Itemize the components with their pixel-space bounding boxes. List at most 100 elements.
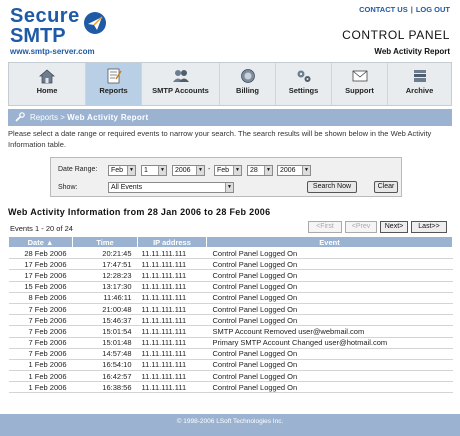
home-icon: [39, 69, 55, 84]
show-label: Show:: [58, 184, 78, 191]
from-month-value: Feb: [111, 167, 124, 174]
chevron-down-icon: ▼: [196, 166, 204, 175]
events-table: Date ▲ Time IP address Event 28 Feb 2006…: [8, 236, 453, 394]
cell-event: Control Panel Logged On: [206, 292, 453, 304]
cell-ip: 11.11.111.111: [137, 247, 207, 260]
cell-event: Control Panel Logged On: [206, 348, 453, 360]
cell-ip: 11.11.111.111: [137, 337, 207, 349]
top-links: CONTACT US | LOG OUT: [359, 5, 450, 14]
logo-line1: Secure: [10, 5, 80, 27]
to-year-select[interactable]: 2006 ▼: [277, 165, 311, 176]
nav-item-billing[interactable]: Billing: [220, 63, 276, 105]
cell-event: Control Panel Logged On: [206, 381, 453, 394]
cell-ip: 11.11.111.111: [137, 381, 207, 394]
col-header-date[interactable]: Date ▲: [8, 236, 73, 248]
chevron-down-icon: ▼: [302, 166, 310, 175]
cell-date: 17 Feb 2006: [8, 258, 73, 271]
nav-label-smtp-accounts: SMTP Accounts: [152, 86, 209, 95]
cell-time: 11:46:11: [72, 292, 138, 304]
chevron-down-icon: ▼: [127, 166, 135, 175]
cell-ip: 11.11.111.111: [137, 325, 207, 338]
to-day-value: 28: [250, 167, 258, 174]
cell-event: Control Panel Logged On: [206, 281, 453, 293]
cell-date: 7 Feb 2006: [8, 348, 73, 360]
to-month-select[interactable]: Feb ▼: [214, 165, 242, 176]
nav-label-reports: Reports: [99, 86, 128, 95]
col-header-event[interactable]: Event: [206, 236, 453, 248]
nav-item-reports[interactable]: Reports: [86, 63, 142, 105]
to-year-value: 2006: [280, 167, 296, 174]
nav-item-settings[interactable]: Settings: [276, 63, 332, 105]
cell-time: 14:57:48: [72, 348, 138, 360]
cell-event: Control Panel Logged On: [206, 269, 453, 282]
from-year-select[interactable]: 2006 ▼: [172, 165, 205, 176]
cell-time: 12:28:23: [72, 269, 138, 282]
cell-time: 16:38:56: [72, 381, 138, 394]
header: Secure SMTP www.smtp-server.com CONTACT …: [0, 0, 460, 62]
date-range-label: Date Range:: [58, 166, 98, 173]
table-row: 15 Feb 2006 13:17:30 11.11.111.111 Control …: [8, 281, 453, 293]
cell-time: 17:47:51: [72, 258, 138, 271]
events-count: Events 1 - 20 of 24: [10, 224, 73, 233]
contact-us-link[interactable]: CONTACT US: [359, 5, 408, 14]
show-events-select[interactable]: All Events ▼: [108, 182, 234, 193]
nav-label-billing: Billing: [236, 86, 259, 95]
cell-event: SMTP Account Removed user@webmail.com: [206, 325, 453, 338]
search-now-button[interactable]: Search Now: [307, 181, 357, 193]
intro-text: Please select a date range or required e…: [8, 129, 432, 149]
cell-date: 7 Feb 2006: [8, 325, 73, 338]
cell-time: 16:54:10: [72, 359, 138, 372]
nav-label-settings: Settings: [288, 86, 319, 95]
logo[interactable]: Secure SMTP: [10, 6, 80, 46]
pager-prev-button[interactable]: <Prev: [345, 221, 377, 233]
nav-item-smtp-accounts[interactable]: SMTP Accounts: [142, 63, 220, 105]
from-year-value: 2006: [175, 167, 191, 174]
col-header-ip[interactable]: IP address: [137, 236, 207, 248]
breadcrumb-parent[interactable]: Reports: [30, 113, 58, 122]
logo-line2: SMTP: [10, 25, 66, 47]
page-title: CONTROL PANEL: [342, 28, 450, 42]
chevron-down-icon: ▼: [264, 166, 272, 175]
table-row: 17 Feb 2006 12:28:23 11.11.111.111 Control …: [8, 269, 453, 282]
cell-ip: 11.11.111.111: [137, 370, 207, 383]
to-month-value: Feb: [217, 167, 230, 174]
show-events-value: All Events: [111, 184, 143, 191]
section-title: Web Activity Information from 28 Jan 200…: [8, 207, 271, 217]
cell-time: 15:46:37: [72, 314, 138, 327]
from-month-select[interactable]: Feb ▼: [108, 165, 136, 176]
cell-ip: 11.11.111.111: [137, 348, 207, 360]
nav-item-home[interactable]: Home: [9, 63, 86, 105]
logo-url[interactable]: www.smtp-server.com: [10, 47, 95, 56]
table-row: 17 Feb 2006 17:47:51 11.11.111.111 Control …: [8, 258, 453, 271]
to-day-select[interactable]: 28 ▼: [247, 165, 273, 176]
clear-button[interactable]: Clear: [374, 181, 398, 193]
cell-event: Control Panel Logged On: [206, 359, 453, 372]
table-header-row: Date ▲ Time IP address Event: [8, 236, 453, 248]
nav-item-archive[interactable]: Archive: [388, 63, 451, 105]
cell-time: 20:21:45: [72, 247, 138, 260]
breadcrumb-current: Web Activity Report: [67, 113, 149, 122]
cell-time: 15:01:54: [72, 325, 138, 338]
cell-date: 7 Feb 2006: [8, 337, 73, 349]
cell-date: 7 Feb 2006: [8, 303, 73, 316]
nav-item-support[interactable]: Support: [332, 63, 388, 105]
logo-arrow-icon: [84, 12, 106, 34]
settings-icon: [297, 70, 310, 82]
table-row: 7 Feb 2006 15:46:37 11.11.111.111 Control P…: [8, 314, 453, 327]
cell-event: Control Panel Logged On: [206, 314, 453, 327]
filter-panel: Date Range: Feb ▼ 1 ▼ 2006 ▼ - Feb ▼ 28 ▼ 200…: [50, 157, 402, 197]
pager-next-button[interactable]: Next>: [380, 221, 408, 233]
page-subtitle: Web Activity Report: [374, 47, 450, 56]
pager-last-button[interactable]: Last>>: [411, 221, 447, 233]
chevron-down-icon: ▼: [233, 166, 241, 175]
archive-icon: [413, 70, 426, 82]
pager-first-button[interactable]: <First: [308, 221, 342, 233]
cell-time: 21:00:48: [72, 303, 138, 316]
cell-date: 28 Feb 2006: [8, 247, 73, 260]
cell-date: 1 Feb 2006: [8, 370, 73, 383]
col-header-time[interactable]: Time: [72, 236, 138, 248]
logout-link[interactable]: LOG OUT: [416, 5, 450, 14]
from-day-select[interactable]: 1 ▼: [141, 165, 167, 176]
cell-time: 16:42:57: [72, 370, 138, 383]
chevron-down-icon: ▼: [225, 183, 233, 192]
